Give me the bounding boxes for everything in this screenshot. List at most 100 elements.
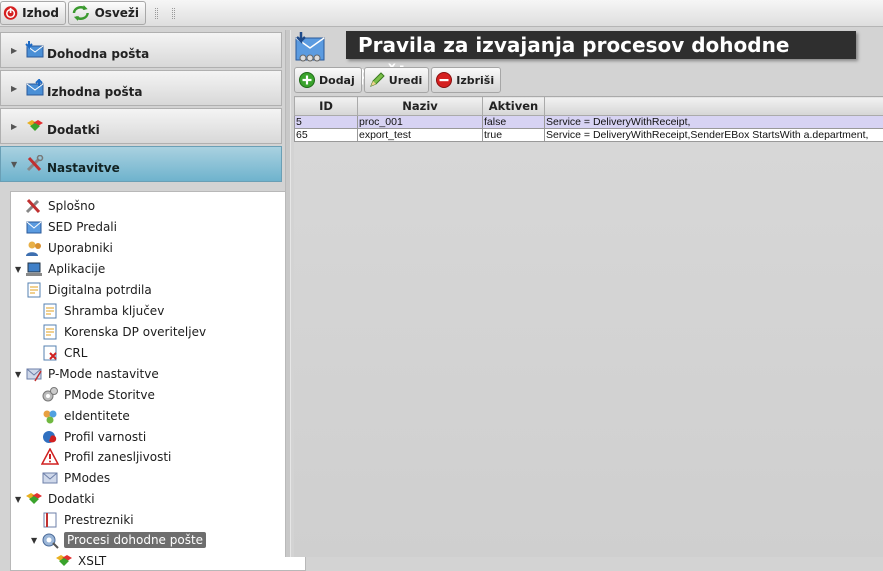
tree-item-keystore[interactable]: Shramba ključev [41,301,164,321]
expanded-arrow-icon[interactable]: ▼ [15,265,21,274]
certificate-icon [41,323,59,341]
tree-item-pmodes[interactable]: PModes [41,468,110,488]
section-outbox[interactable]: ▶ Izhodna pošta [0,70,282,106]
tree-label: Procesi dohodne pošte [64,532,206,548]
tree-label: Uporabniki [48,241,113,255]
section-label: Dohodna pošta [47,47,149,61]
tree-item-sed-boxes[interactable]: SED Predali [25,217,117,237]
warning-icon [41,448,59,466]
users-icon [25,239,43,257]
tree-label: Profil varnosti [64,430,146,444]
tree-item-reliability-profile[interactable]: Profil zanesljivosti [41,447,171,467]
edit-label: Uredi [389,74,422,87]
tree-label: eIdentitete [64,409,130,423]
puzzle-icon [55,552,73,570]
rules-table: ID Naziv Aktiven 5 proc_001 false Servic… [294,96,883,557]
section-label: Nastavitve [47,161,120,175]
delete-button[interactable]: Izbriši [431,67,501,93]
tree-item-pmode-services[interactable]: PMode Storitve [41,385,155,405]
tree-item-security-profile[interactable]: Profil varnosti [41,427,146,447]
document-icon [41,511,59,529]
tree-item-eidentities[interactable]: eIdentitete [41,406,130,426]
cell-name: proc_001 [358,116,483,129]
sidebar: ▶ Dohodna pošta ▶ Izhodna pošta ▶ Dodatk… [0,30,285,557]
tree-label: Prestrezniki [64,513,134,527]
tree-item-crl[interactable]: CRL [41,343,87,363]
tree-item-certificates[interactable]: Digitalna potrdila [25,280,152,300]
tree-item-users[interactable]: Uporabniki [25,238,113,258]
column-header-name[interactable]: Naziv [358,97,483,116]
tree-label: Profil zanesljivosti [64,450,171,464]
main-panel: Pravila za izvajanja procesov dohodne po… [291,30,883,557]
toolbar-grip [172,8,175,19]
page-title: Pravila za izvajanja procesov dohodne po… [346,31,856,59]
section-inbox[interactable]: ▶ Dohodna pošta [0,32,282,68]
outbox-icon [25,79,45,97]
security-globe-icon [41,428,59,446]
column-header-id[interactable]: ID [295,97,358,116]
action-toolbar: Dodaj Uredi Izbriši [294,67,501,93]
tree-item-root-ca[interactable]: Korenska DP overiteljev [41,322,206,342]
table-row[interactable]: 65 export_test true Service = DeliveryWi… [295,129,883,142]
puzzle-icon [25,117,45,135]
add-button[interactable]: Dodaj [294,67,362,93]
tree-label: Shramba ključev [64,304,164,318]
tree-label: CRL [64,346,87,360]
edit-button[interactable]: Uredi [364,67,429,93]
panel-header: Pravila za izvajanja procesov dohodne po… [291,30,883,64]
envelope-icon [41,469,59,487]
tree-label: Dodatki [48,492,95,506]
computer-icon [25,260,43,278]
tree-item-pmode-settings[interactable]: P-Mode nastavitve [25,364,159,384]
tools-icon [25,197,43,215]
process-icon [41,531,59,549]
cell-rule: Service = DeliveryWithReceipt, [545,116,883,129]
table-header-row: ID Naziv Aktiven [295,97,883,116]
tree-label: Korenska DP overiteljev [64,325,206,339]
top-toolbar: Izhod Osveži [0,0,883,27]
refresh-button[interactable]: Osveži [68,1,146,25]
expanded-arrow-icon[interactable]: ▼ [15,495,21,504]
cell-rule: Service = DeliveryWithReceipt,SenderEBox… [545,129,883,142]
tree-item-general[interactable]: Splošno [25,196,95,216]
inbox-process-icon [293,32,327,64]
edit-icon [368,71,386,89]
certificate-icon [41,302,59,320]
column-header-active[interactable]: Aktiven [483,97,545,116]
section-addons[interactable]: ▶ Dodatki [0,108,282,144]
delete-label: Izbriši [456,74,494,87]
tree-label: PModes [64,471,110,485]
envelope-icon [25,365,43,383]
column-header-rule[interactable] [545,97,883,116]
settings-tree: Splošno SED Predali Uporabniki Aplikacij… [10,191,306,571]
puzzle-icon [25,490,43,508]
delete-icon [435,71,453,89]
tree-label: Splošno [48,199,95,213]
refresh-label: Osveži [95,6,139,20]
exit-button[interactable]: Izhod [0,1,66,25]
tree-item-addons[interactable]: Dodatki [25,489,95,509]
tree-label: P-Mode nastavitve [48,367,159,381]
tree-item-interceptors[interactable]: Prestrezniki [41,510,134,530]
cell-active: false [483,116,545,129]
tree-item-apps[interactable]: Aplikacije [25,259,105,279]
tools-icon [25,155,45,173]
collapsed-arrow-icon: ▶ [11,122,17,131]
tree-label: Digitalna potrdila [48,283,152,297]
cell-active: true [483,129,545,142]
cell-name: export_test [358,129,483,142]
identities-icon [41,407,59,425]
tree-item-inbox-processes[interactable]: Procesi dohodne pošte [41,530,206,550]
expanded-arrow-icon[interactable]: ▼ [31,536,37,545]
collapsed-arrow-icon: ▶ [11,46,17,55]
section-settings[interactable]: ▼ Nastavitve [0,146,282,182]
inbox-icon [25,41,45,59]
refresh-icon [71,4,91,22]
expanded-arrow-icon[interactable]: ▼ [15,370,21,379]
tree-item-xslt[interactable]: XSLT [55,551,106,571]
gears-icon [41,386,59,404]
table-row[interactable]: 5 proc_001 false Service = DeliveryWithR… [295,116,883,129]
tree-label: SED Predali [48,220,117,234]
add-icon [298,71,316,89]
toolbar-grip [155,8,158,19]
